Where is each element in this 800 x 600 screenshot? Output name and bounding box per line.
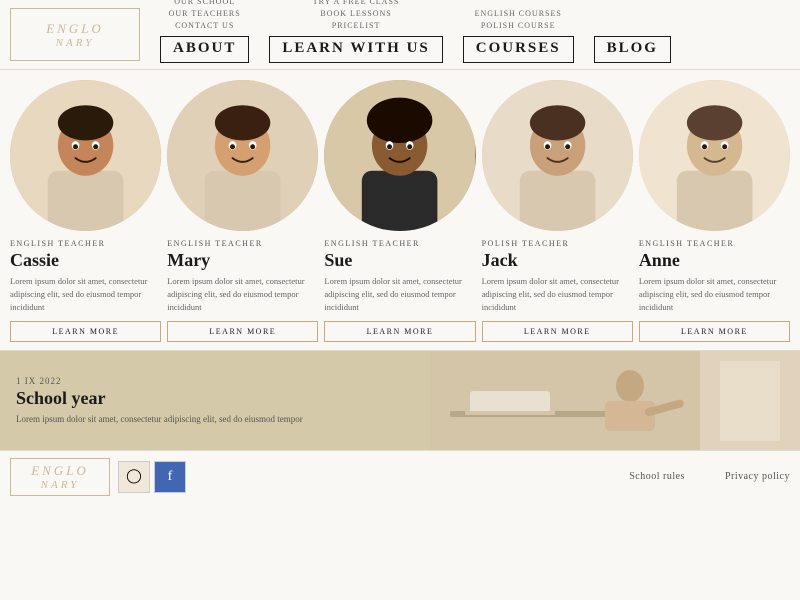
teacher-name: Mary — [167, 250, 210, 271]
main-nav: OUR SCHOOL OUR TEACHERS CONTACT US ABOUT… — [150, 0, 800, 69]
teacher-card-cassie: ENGLISH TEACHER Cassie Lorem ipsum dolor… — [10, 80, 161, 342]
teacher-image-jack — [482, 80, 633, 231]
teacher-card-mary: ENGLISH TEACHER Mary Lorem ipsum dolor s… — [167, 80, 318, 342]
teacher-card-jack: POLISH TEACHER Jack Lorem ipsum dolor si… — [482, 80, 633, 342]
teacher-name: Anne — [639, 250, 680, 271]
teacher-role: ENGLISH TEACHER — [639, 239, 734, 248]
blog-promo: 1 IX 2022 School year Lorem ipsum dolor … — [0, 351, 430, 450]
teacher-description: Lorem ipsum dolor sit amet, consectetur … — [639, 275, 790, 313]
teacher-image-sue — [324, 80, 475, 231]
school-rules-link[interactable]: School rules — [629, 471, 685, 482]
footer-logo-line1: ENGLO — [31, 463, 89, 479]
teacher-name: Cassie — [10, 250, 59, 271]
facebook-icon: f — [168, 469, 173, 485]
footer: ENGLO NARY ◯ f School rules Privacy poli… — [0, 450, 800, 502]
learn-more-button[interactable]: LEARN MORE — [324, 321, 475, 342]
teacher-name: Sue — [324, 250, 352, 271]
nav-blog[interactable]: BLOG — [584, 0, 681, 69]
nav-about-label: ABOUT — [160, 36, 249, 63]
learn-more-button[interactable]: LEARN MORE — [167, 321, 318, 342]
learn-more-button[interactable]: LEARN MORE — [482, 321, 633, 342]
logo-line1: ENGLO — [46, 21, 104, 37]
teacher-description: Lorem ipsum dolor sit amet, consectetur … — [10, 275, 161, 313]
footer-logo-line2: NARY — [41, 479, 80, 491]
nav-courses-sub: ENGLISH COURSES POLISH COURSE — [475, 8, 562, 32]
nav-sub-free-class[interactable]: TRY A FREE CLASS — [313, 0, 400, 8]
teacher-role: ENGLISH TEACHER — [324, 239, 419, 248]
teacher-role: POLISH TEACHER — [482, 239, 570, 248]
nav-learn-sub: TRY A FREE CLASS BOOK LESSONS PRICELIST — [313, 0, 400, 32]
footer-logo[interactable]: ENGLO NARY — [10, 458, 110, 496]
teacher-name: Jack — [482, 250, 518, 271]
learn-more-button[interactable]: LEARN MORE — [10, 321, 161, 342]
nav-sub-book-lessons[interactable]: BOOK LESSONS — [320, 8, 391, 20]
teacher-description: Lorem ipsum dolor sit amet, consectetur … — [482, 275, 633, 313]
nav-courses-label: COURSES — [463, 36, 574, 63]
privacy-policy-link[interactable]: Privacy policy — [725, 471, 790, 482]
teachers-section: ENGLISH TEACHER Cassie Lorem ipsum dolor… — [0, 70, 800, 350]
nav-learn-label: LEARN WITH US — [269, 36, 442, 63]
facebook-button[interactable]: f — [154, 461, 186, 493]
nav-learn[interactable]: TRY A FREE CLASS BOOK LESSONS PRICELIST … — [259, 0, 452, 69]
teacher-image-cassie — [10, 80, 161, 231]
blog-image — [430, 351, 800, 450]
nav-sub-english-courses[interactable]: ENGLISH COURSES — [475, 8, 562, 20]
footer-socials: ◯ f — [118, 461, 186, 493]
teacher-description: Lorem ipsum dolor sit amet, consectetur … — [324, 275, 475, 313]
nav-sub-our-school[interactable]: OUR SCHOOL — [174, 0, 235, 8]
nav-sub-polish-course[interactable]: POLISH COURSE — [481, 20, 556, 32]
blog-date: 1 IX 2022 — [16, 376, 414, 386]
blog-title: School year — [16, 388, 414, 409]
nav-sub-our-teachers[interactable]: OUR TEACHERS — [169, 8, 241, 20]
teacher-role: ENGLISH TEACHER — [167, 239, 262, 248]
teacher-role: ENGLISH TEACHER — [10, 239, 105, 248]
teacher-description: Lorem ipsum dolor sit amet, consectetur … — [167, 275, 318, 313]
nav-about-sub: OUR SCHOOL OUR TEACHERS CONTACT US — [169, 0, 241, 32]
blog-description: Lorem ipsum dolor sit amet, consectetur … — [16, 413, 414, 426]
nav-sub-contact[interactable]: CONTACT US — [175, 20, 234, 32]
teacher-image-mary — [167, 80, 318, 231]
logo-line2: NARY — [56, 37, 95, 49]
bottom-section: 1 IX 2022 School year Lorem ipsum dolor … — [0, 350, 800, 450]
nav-about[interactable]: OUR SCHOOL OUR TEACHERS CONTACT US ABOUT — [150, 0, 259, 69]
nav-sub-pricelist[interactable]: PRICELIST — [332, 20, 381, 32]
logo[interactable]: ENGLO NARY — [10, 8, 140, 61]
nav-blog-label: BLOG — [594, 36, 671, 63]
header: ENGLO NARY OUR SCHOOL OUR TEACHERS CONTA… — [0, 0, 800, 70]
teacher-image-anne — [639, 80, 790, 231]
instagram-icon: ◯ — [126, 468, 142, 485]
footer-links: School rules Privacy policy — [629, 471, 790, 482]
teacher-card-anne: ENGLISH TEACHER Anne Lorem ipsum dolor s… — [639, 80, 790, 342]
teacher-card-sue: ENGLISH TEACHER Sue Lorem ipsum dolor si… — [324, 80, 475, 342]
nav-courses[interactable]: ENGLISH COURSES POLISH COURSE COURSES — [453, 0, 584, 69]
learn-more-button[interactable]: LEARN MORE — [639, 321, 790, 342]
instagram-button[interactable]: ◯ — [118, 461, 150, 493]
